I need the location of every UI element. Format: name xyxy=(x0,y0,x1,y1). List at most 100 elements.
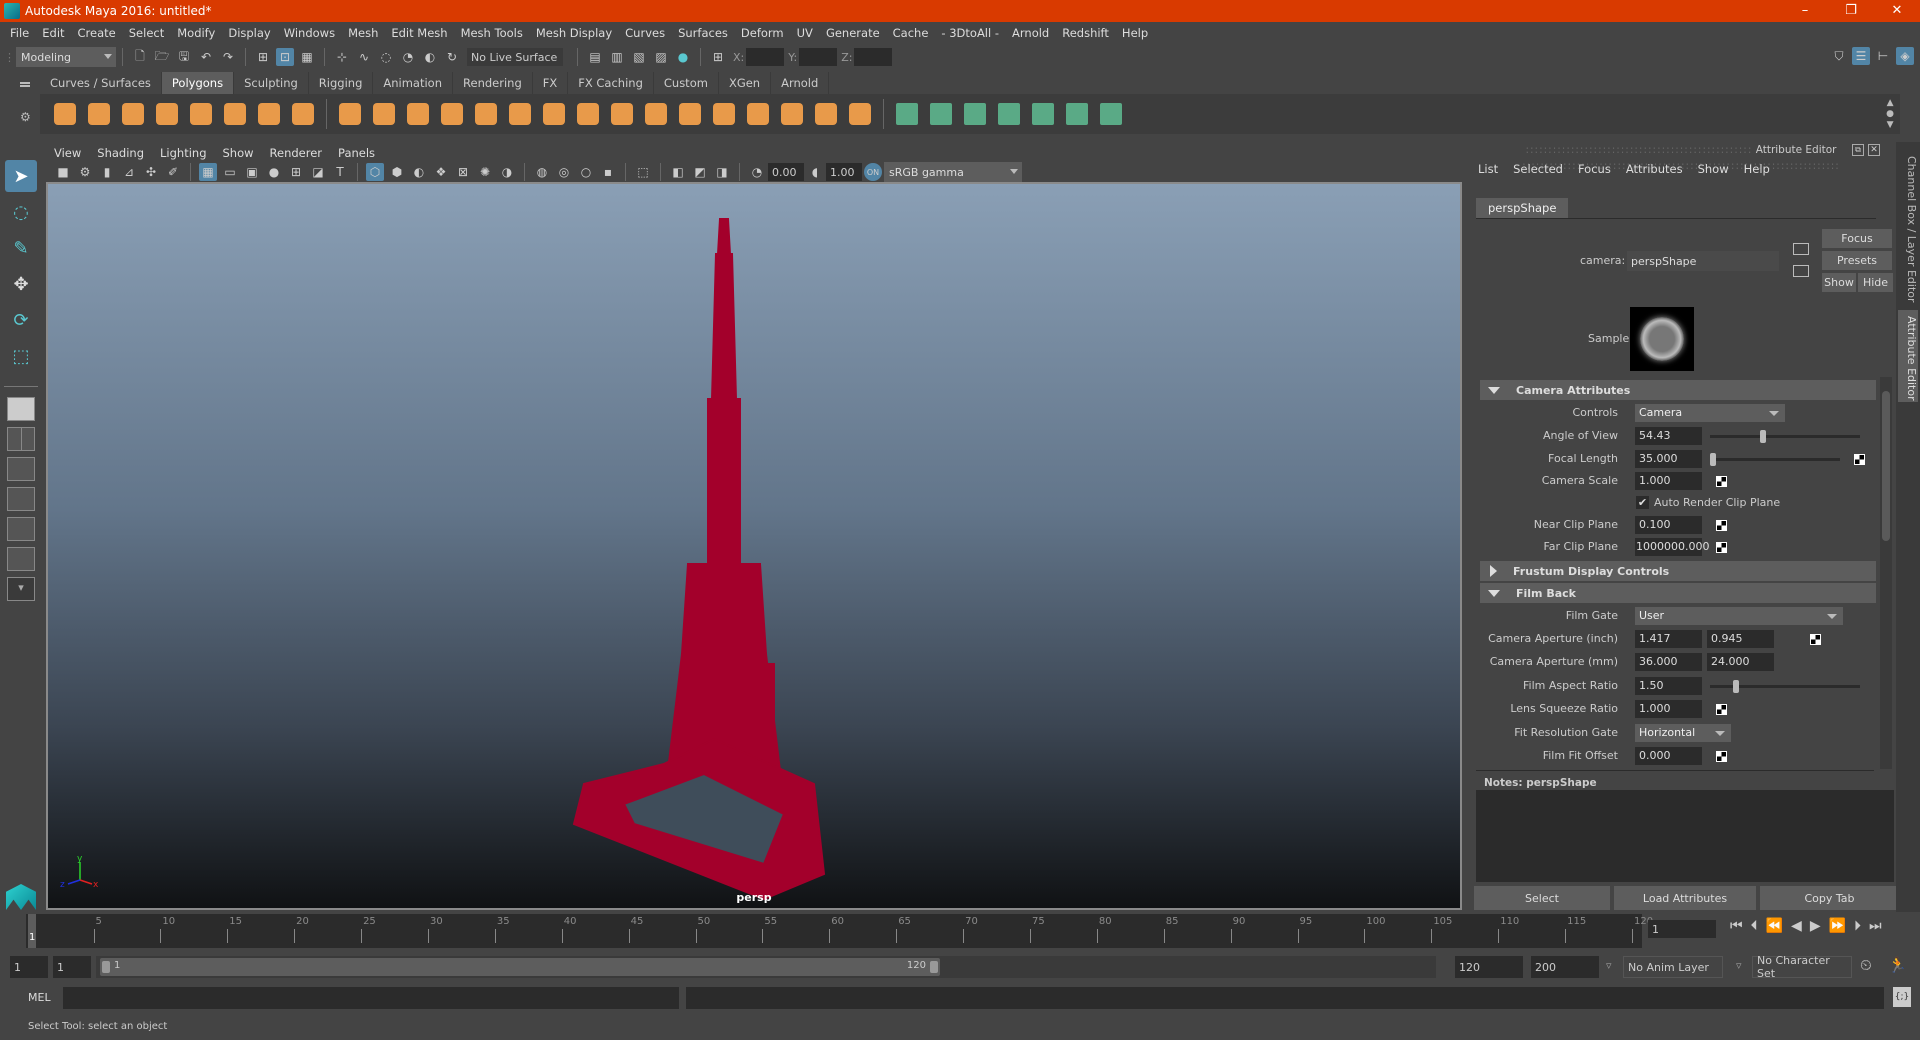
near-clip-map-icon[interactable] xyxy=(1716,520,1727,531)
menu-create[interactable]: Create xyxy=(78,26,116,40)
angle-of-view-input[interactable]: 54.43 xyxy=(1635,427,1702,445)
menuset-dropdown[interactable]: Modeling xyxy=(16,47,116,67)
poly-sphere-icon[interactable] xyxy=(52,101,78,127)
shelf-tab-rendering[interactable]: Rendering xyxy=(453,72,533,94)
merge-icon[interactable] xyxy=(779,101,805,127)
field-chart-icon[interactable]: ⊞ xyxy=(287,163,305,181)
mirror-icon[interactable] xyxy=(405,101,431,127)
undo-icon[interactable]: ↶ xyxy=(197,48,215,66)
menu-mesh-tools[interactable]: Mesh Tools xyxy=(461,26,523,40)
focus-button[interactable]: Focus xyxy=(1822,229,1892,248)
menu-file[interactable]: File xyxy=(10,26,29,40)
range-end-handle[interactable] xyxy=(930,961,938,973)
ae-menu-show[interactable]: Show xyxy=(1698,162,1729,176)
ipr-render-icon[interactable]: ▧ xyxy=(630,48,648,66)
single-perspective-layout-icon[interactable] xyxy=(7,397,35,421)
redo-icon[interactable]: ↷ xyxy=(219,48,237,66)
modeling-toolkit-icon[interactable]: ⛉ xyxy=(1830,47,1848,65)
safe-action-icon[interactable]: ◪ xyxy=(309,163,327,181)
extrude-icon[interactable] xyxy=(507,101,533,127)
shelf-tab-fx[interactable]: FX xyxy=(532,72,569,94)
offset-edge-loop-icon[interactable] xyxy=(745,101,771,127)
select-object-icon[interactable]: ⊡ xyxy=(276,48,294,66)
current-frame-input[interactable]: 1 xyxy=(1648,920,1716,938)
poly-plane-icon[interactable] xyxy=(188,101,214,127)
range-start-handle[interactable] xyxy=(102,961,110,973)
poly-pyramid-icon[interactable] xyxy=(256,101,282,127)
menu-help[interactable]: Help xyxy=(1122,26,1148,40)
focal-length-map-icon[interactable] xyxy=(1854,454,1865,465)
aperture-inch-x-input[interactable]: 1.417 xyxy=(1635,630,1702,648)
append-icon[interactable] xyxy=(677,101,703,127)
wireframe-on-shaded-icon[interactable]: ❖ xyxy=(432,163,450,181)
select-button[interactable]: Select xyxy=(1474,886,1610,910)
default-material-icon[interactable]: ◐ xyxy=(410,163,428,181)
attribute-editor-tab[interactable]: Attribute Editor xyxy=(1898,310,1918,402)
select-component-icon[interactable]: ▦ xyxy=(298,48,316,66)
ae-menu-list[interactable]: List xyxy=(1478,162,1498,176)
character-set-arrow-icon[interactable]: ▿ xyxy=(1736,959,1742,972)
xray-icon[interactable]: ◧ xyxy=(669,163,687,181)
isolate-select-icon[interactable]: ⬚ xyxy=(634,163,652,181)
scrollbar-thumb[interactable] xyxy=(1882,391,1890,541)
shelf-tab-arnold[interactable]: Arnold xyxy=(771,72,830,94)
grip-handle[interactable]: ⋮ xyxy=(0,51,15,64)
menu-modify[interactable]: Modify xyxy=(177,26,215,40)
section-camera-attributes[interactable]: Camera Attributes xyxy=(1480,380,1876,400)
menu-surfaces[interactable]: Surfaces xyxy=(678,26,728,40)
far-clip-map-icon[interactable] xyxy=(1716,542,1727,553)
persp-graph-outliner-layout-icon[interactable] xyxy=(7,547,35,571)
paint-select-tool-icon[interactable]: ✎ xyxy=(5,232,37,264)
range-slider-track[interactable]: 1 120 xyxy=(96,956,1436,978)
notes-textarea[interactable] xyxy=(1476,790,1894,882)
z-input[interactable] xyxy=(854,48,893,66)
character-set-dropdown[interactable]: No Character Set xyxy=(1752,954,1852,980)
playback-start-input[interactable]: 1 xyxy=(53,956,91,978)
film-aspect-input[interactable]: 1.50 xyxy=(1635,677,1702,695)
shelf-tab-custom[interactable]: Custom xyxy=(653,72,719,94)
step-forward-key-icon[interactable]: ⏩ xyxy=(1829,918,1846,934)
controls-dropdown[interactable]: Camera xyxy=(1635,404,1785,422)
depth-of-field-icon[interactable]: ▪ xyxy=(599,163,617,181)
menu-display[interactable]: Display xyxy=(228,26,270,40)
menu-3dtoall[interactable]: - 3DtoAll - xyxy=(941,26,999,40)
render-frame-icon[interactable]: ▥ xyxy=(608,48,626,66)
lens-squeeze-map-icon[interactable] xyxy=(1716,704,1727,715)
menu-curves[interactable]: Curves xyxy=(625,26,665,40)
menu-arnold[interactable]: Arnold xyxy=(1012,26,1049,40)
show-button[interactable]: Show xyxy=(1822,273,1856,292)
go-to-output-icon[interactable] xyxy=(1793,265,1809,277)
viewport-menu-show[interactable]: Show xyxy=(223,146,254,160)
film-fit-offset-map-icon[interactable] xyxy=(1716,751,1727,762)
bevel-icon[interactable] xyxy=(473,101,499,127)
planar-map-icon[interactable] xyxy=(894,101,920,127)
camera-scale-input[interactable]: 1.000 xyxy=(1635,472,1702,490)
ae-menu-attributes[interactable]: Attributes xyxy=(1626,162,1683,176)
grid-icon[interactable]: ▦ xyxy=(199,163,217,181)
end-time-input[interactable]: 200 xyxy=(1531,956,1599,978)
go-to-input-icon[interactable] xyxy=(1793,243,1809,255)
xray-joints-icon[interactable]: ◨ xyxy=(713,163,731,181)
aperture-mm-y-input[interactable]: 24.000 xyxy=(1707,653,1774,671)
uv-editor-icon[interactable] xyxy=(1064,101,1090,127)
use-all-lights-icon[interactable]: ✺ xyxy=(476,163,494,181)
far-clip-input[interactable]: 1000000.000 xyxy=(1635,538,1709,556)
make-live-icon[interactable]: ↻ xyxy=(443,48,461,66)
fit-resolution-gate-dropdown[interactable]: Horizontal xyxy=(1635,724,1731,742)
camera-scale-map-icon[interactable] xyxy=(1716,476,1727,487)
unfold-icon[interactable] xyxy=(1030,101,1056,127)
snap-grid-icon[interactable]: ⊹ xyxy=(333,48,351,66)
persp-graph-layout-icon[interactable] xyxy=(7,487,35,511)
separate-icon[interactable] xyxy=(371,101,397,127)
menu-cache[interactable]: Cache xyxy=(893,26,929,40)
poly-pipe-icon[interactable] xyxy=(290,101,316,127)
tower-wireframe-model[interactable] xyxy=(48,184,1462,910)
focal-length-slider[interactable] xyxy=(1710,458,1840,461)
bevel2-icon[interactable] xyxy=(643,101,669,127)
target-weld-icon[interactable] xyxy=(609,101,635,127)
presets-button[interactable]: Presets xyxy=(1822,251,1892,270)
step-back-key-icon[interactable]: ⏪ xyxy=(1766,918,1783,934)
close-panel-icon[interactable]: ✕ xyxy=(1868,144,1880,156)
color-management-toggle-icon[interactable]: ON xyxy=(864,163,882,181)
range-slider-bar[interactable]: 1 120 xyxy=(100,958,940,976)
